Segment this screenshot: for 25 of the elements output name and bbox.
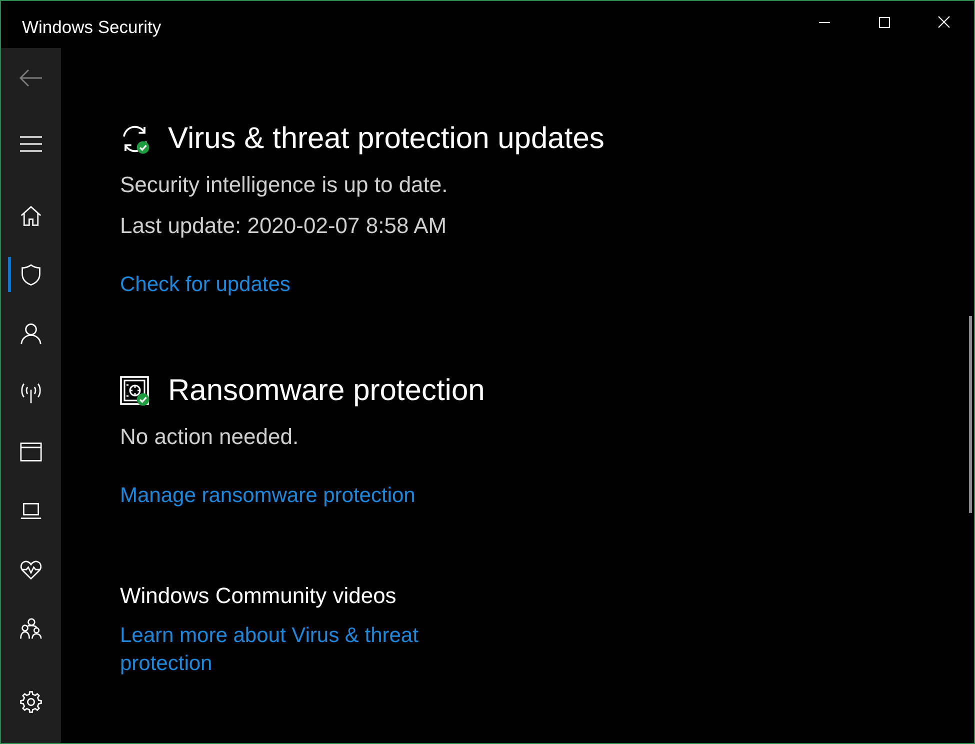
section-heading: Virus & threat protection updates: [168, 121, 604, 157]
action-link[interactable]: Manage ransomware protection: [120, 482, 416, 510]
browser-window-icon: [20, 440, 42, 462]
section-heading: Ransomware protection: [168, 373, 485, 409]
status-text: Last update: 2020-02-07 8:58 AM: [120, 212, 447, 240]
menu-icon: [20, 136, 42, 152]
learn-more-link[interactable]: Learn more about Virus & threat protection: [120, 622, 425, 678]
window-title: Windows Security: [22, 16, 162, 38]
status-text: Security intelligence is up to date.: [120, 171, 448, 199]
maximize-icon: [878, 16, 890, 28]
sync-icon: [123, 126, 147, 152]
settings-icon: [20, 690, 42, 712]
back-arrow-icon: [19, 68, 43, 88]
wireless-signal-icon: [20, 382, 42, 404]
family-icon: [20, 618, 42, 640]
home-icon: [20, 204, 42, 226]
person-icon: [20, 322, 42, 344]
close-icon: [938, 16, 950, 28]
heart-pulse-icon: [20, 558, 42, 580]
community-heading: Windows Community videos: [120, 582, 396, 610]
safe-icon: [120, 376, 149, 405]
action-link[interactable]: Check for updates: [120, 271, 290, 299]
scrollbar-thumb[interactable]: [969, 316, 972, 513]
shield-icon: [20, 264, 42, 286]
status-text: No action needed.: [120, 423, 299, 451]
